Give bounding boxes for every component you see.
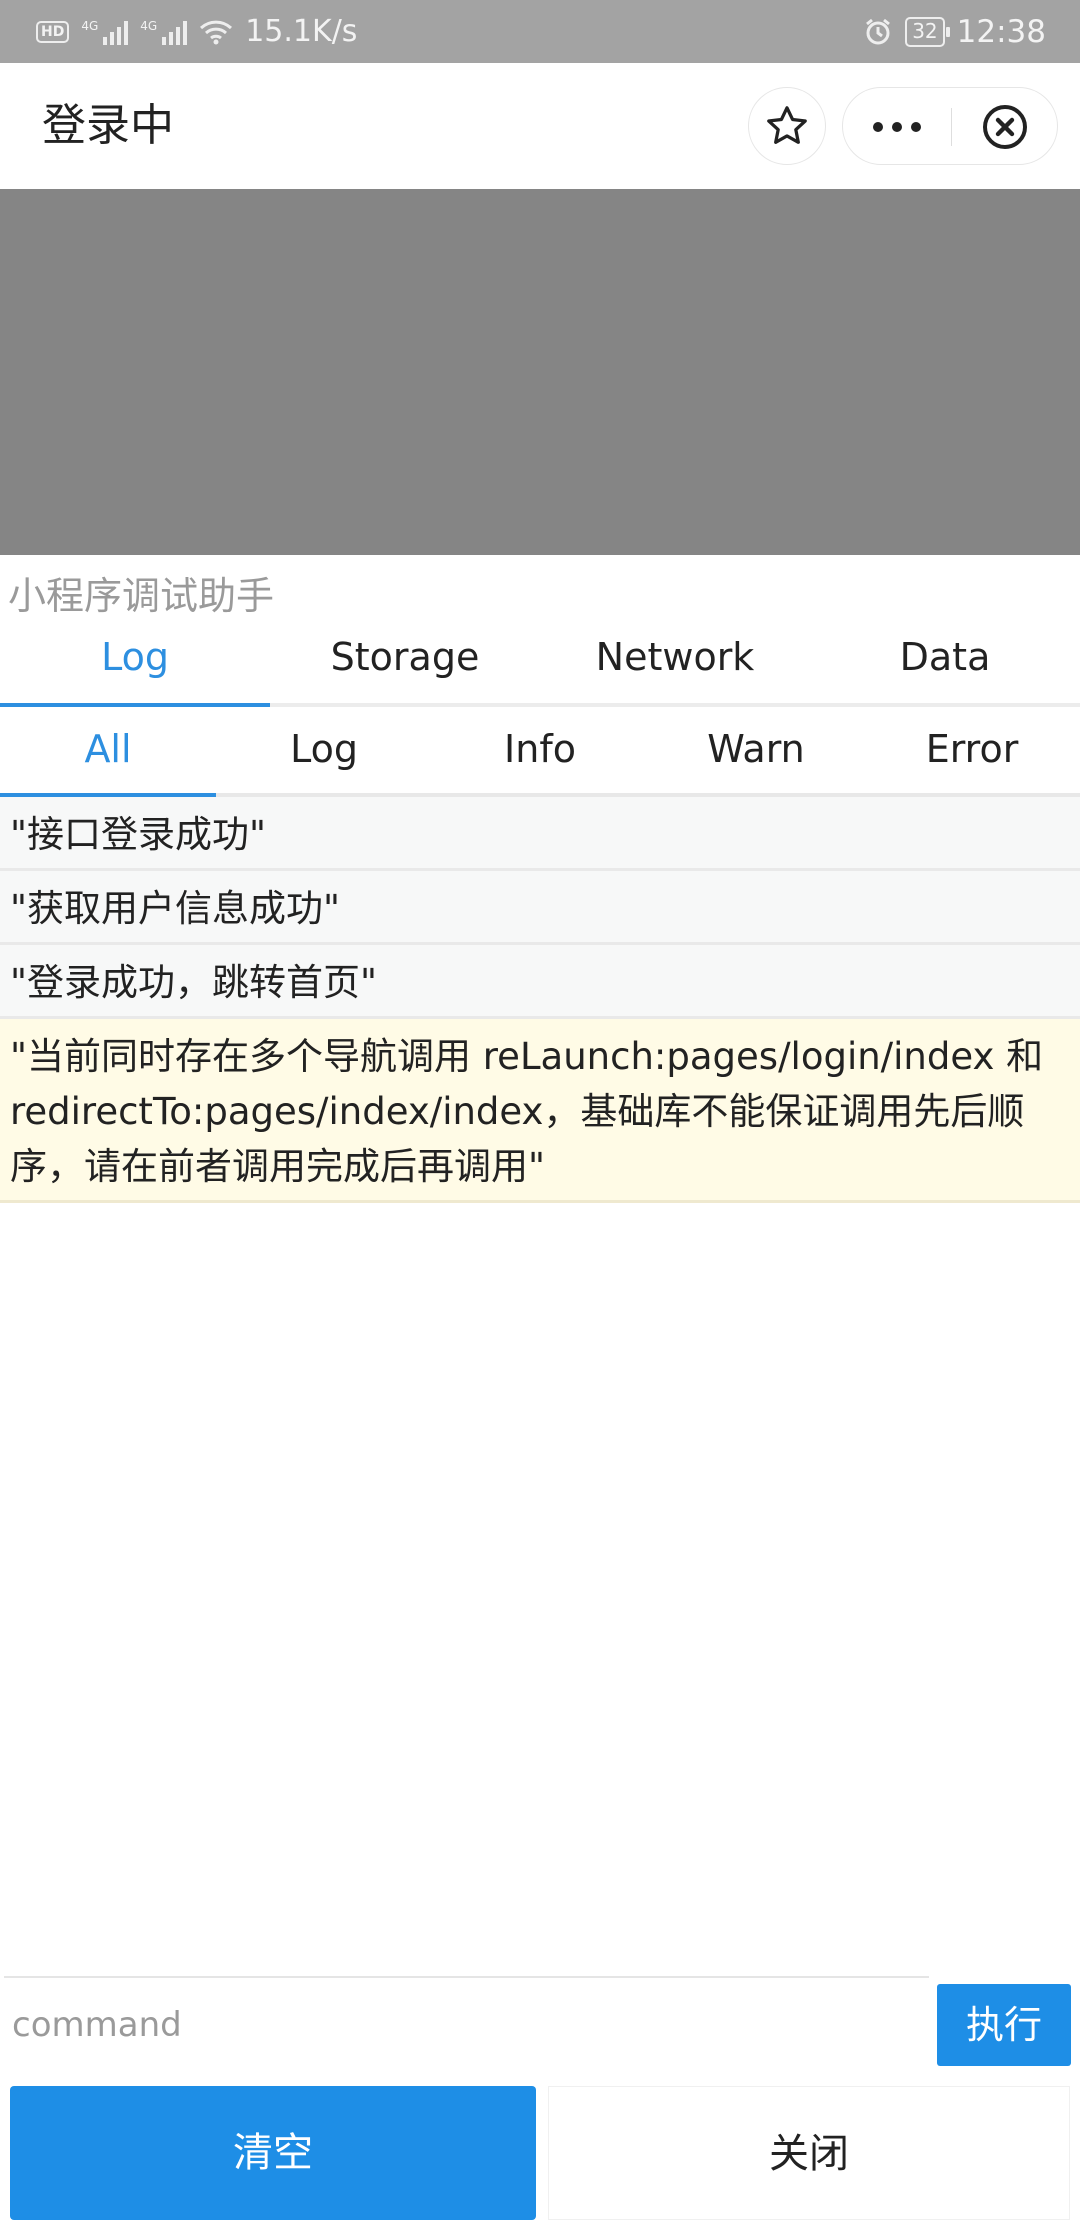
filter-info[interactable]: Info <box>432 707 648 793</box>
signal-icon-2: 4G <box>140 18 188 45</box>
command-bar: 执行 <box>0 1964 1080 2074</box>
alarm-icon <box>866 18 891 44</box>
panel-actions: 清空 关闭 <box>0 2076 1080 2220</box>
close-miniprogram-button[interactable] <box>952 88 1058 166</box>
wifi-icon <box>200 20 233 44</box>
execute-button[interactable]: 执行 <box>937 1984 1071 2066</box>
log-entry: "登录成功，跳转首页" <box>0 945 1080 1019</box>
log-entry-warning: "当前同时存在多个导航调用 reLaunch:pages/login/index… <box>0 1019 1080 1203</box>
tab-log[interactable]: Log <box>0 615 270 707</box>
signal-icon: 4G <box>81 18 129 45</box>
tab-data[interactable]: Data <box>810 615 1080 703</box>
overlay-mask[interactable] <box>0 189 1080 555</box>
tab-network[interactable]: Network <box>540 615 810 703</box>
close-panel-button[interactable]: 关闭 <box>548 2086 1070 2220</box>
debug-panel: 小程序调试助手 Log Storage Network Data All Log… <box>0 555 1080 2220</box>
command-input[interactable] <box>4 1976 929 2072</box>
star-icon <box>767 106 807 144</box>
log-list: "接口登录成功" "获取用户信息成功" "登录成功，跳转首页" "当前同时存在多… <box>0 797 1080 1203</box>
navigation-bar: 登录中 <box>0 63 1080 189</box>
capsule-menu <box>842 87 1058 165</box>
clock: 12:38 <box>956 13 1046 50</box>
log-filter-tabs: All Log Info Warn Error <box>0 707 1080 797</box>
status-bar-right: 32 12:38 <box>863 0 1046 63</box>
status-bar-left: HD 4G 4G 15.1K/s <box>36 0 357 63</box>
page-title: 登录中 <box>42 100 174 151</box>
favorite-button[interactable] <box>748 87 826 165</box>
debug-panel-title: 小程序调试助手 <box>8 574 275 618</box>
signal-type-label: 4G <box>81 18 99 33</box>
signal-type-label-2: 4G <box>140 18 158 33</box>
status-bar: HD 4G 4G 15.1K/s 32 12:38 <box>0 0 1080 63</box>
filter-log[interactable]: Log <box>216 707 432 793</box>
filter-all[interactable]: All <box>0 707 216 797</box>
hd-badge: HD <box>36 20 70 43</box>
more-button[interactable] <box>843 88 951 166</box>
log-entry: "获取用户信息成功" <box>0 871 1080 945</box>
network-speed: 15.1K/s <box>245 14 358 49</box>
debug-tabs: Log Storage Network Data <box>0 615 1080 707</box>
battery-icon: 32 <box>905 16 951 47</box>
close-circle-icon <box>983 105 1027 149</box>
filter-error[interactable]: Error <box>864 707 1080 793</box>
filter-warn[interactable]: Warn <box>648 707 864 793</box>
tab-storage[interactable]: Storage <box>270 615 540 703</box>
clear-button[interactable]: 清空 <box>10 2086 536 2220</box>
log-entry: "接口登录成功" <box>0 797 1080 871</box>
